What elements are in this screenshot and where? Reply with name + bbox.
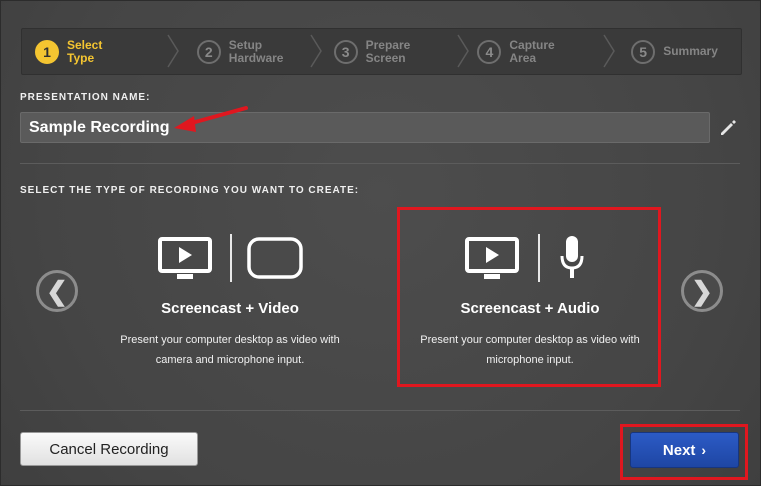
chevron-right-icon (309, 33, 322, 69)
step-number: 1 (35, 39, 59, 64)
step-label: Select Type (67, 37, 133, 65)
card-icons (97, 234, 363, 284)
camera-frame-icon (247, 237, 303, 279)
step-number: 5 (631, 39, 656, 64)
divider (20, 410, 740, 411)
next-button[interactable]: Next › (630, 432, 739, 468)
step-label: Prepare Screen (365, 37, 432, 65)
step-capture-area[interactable]: 4 Capture Area (477, 29, 616, 74)
step-label: Setup Hardware (228, 37, 295, 65)
step-label-line1: Capture (509, 37, 555, 52)
chevron-right-icon: › (701, 442, 707, 458)
presentation-name-label: PRESENTATION NAME: (20, 92, 151, 103)
step-summary[interactable]: 5 Summary (631, 29, 741, 74)
step-number: 2 (196, 39, 221, 64)
divider (20, 163, 740, 164)
cancel-recording-button[interactable]: Cancel Recording (20, 432, 198, 466)
card-description: Present your computer desktop as video w… (107, 330, 353, 370)
step-label-line2: Area (509, 50, 537, 65)
next-button-label: Next (662, 441, 696, 459)
step-select-type[interactable]: 1 Select Type (35, 29, 179, 74)
pencil-edit-icon[interactable] (718, 118, 738, 138)
chevron-right-icon (167, 33, 179, 69)
monitor-play-icon (158, 237, 212, 279)
step-label-line1: Select (67, 37, 103, 52)
selection-highlight-box (397, 207, 661, 387)
card-description-line: camera and microphone input. (155, 354, 305, 366)
recording-option-screencast-video[interactable]: Screencast + Video Present your computer… (97, 208, 363, 388)
step-label-line1: Prepare (365, 37, 411, 52)
step-setup-hardware[interactable]: 2 Setup Hardware (196, 29, 322, 74)
card-title: Screencast + Video (161, 300, 299, 317)
step-number: 4 (477, 39, 502, 64)
step-label-line2: Hardware (228, 50, 284, 65)
chevron-left-icon: ❮ (46, 275, 68, 306)
step-label-line2: Screen (365, 50, 406, 65)
chevron-right-icon (603, 33, 616, 69)
step-number: 3 (333, 39, 358, 64)
previous-arrow-button[interactable]: ❮ (36, 270, 78, 312)
icon-divider (230, 234, 232, 282)
card-description-line: Present your computer desktop as video w… (120, 334, 340, 346)
step-label-line2: Type (67, 50, 95, 65)
chevron-right-icon (457, 33, 470, 69)
step-label-line1: Summary (663, 44, 718, 58)
wizard-steps-bar: 1 Select Type 2 Setup Hardware 3 Prepare… (21, 28, 742, 75)
chevron-right-icon: ❯ (691, 275, 713, 306)
step-label: Capture Area (509, 37, 575, 65)
recording-type-label: SELECT THE TYPE OF RECORDING YOU WANT TO… (20, 185, 360, 196)
next-arrow-button[interactable]: ❯ (681, 270, 723, 312)
presentation-name-input[interactable] (20, 112, 710, 143)
step-label-line1: Setup (228, 37, 263, 52)
step-prepare-screen[interactable]: 3 Prepare Screen (333, 29, 470, 74)
annotation-arrow-icon (174, 106, 248, 132)
step-label: Summary (663, 45, 729, 58)
